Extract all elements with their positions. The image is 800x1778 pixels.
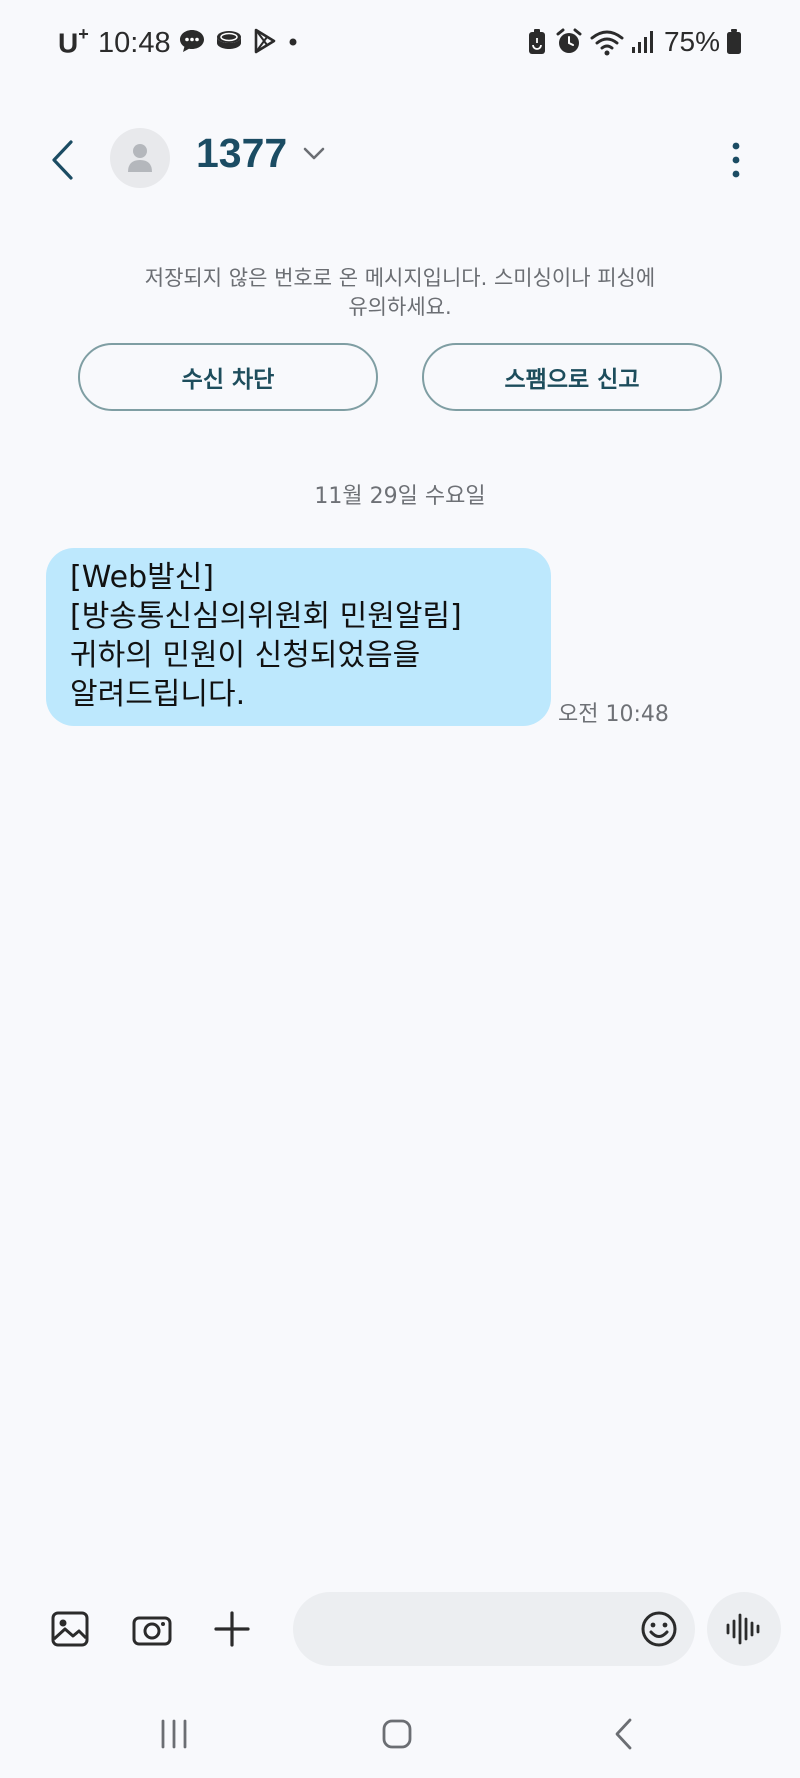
waveform-icon xyxy=(726,1613,760,1645)
coin-stack-icon xyxy=(217,31,241,49)
contact-name[interactable]: 1377 xyxy=(196,130,287,177)
warning-line-2: 유의하세요. xyxy=(348,295,452,319)
messages-screen: U+ 10:48 75% 1377 저장되지 않은 번호로 온 메시지입니다. … xyxy=(0,0,800,1778)
home-icon xyxy=(382,1719,412,1749)
more-vertical-icon xyxy=(732,142,740,178)
battery-saver-icon xyxy=(528,29,545,54)
chevron-down-icon xyxy=(303,147,325,160)
message-line: 귀하의 민원이 신청되었음을 xyxy=(70,638,421,673)
unknown-sender-warning: 저장되지 않은 번호로 온 메시지입니다. 스미싱이나 피싱에 유의하세요. xyxy=(100,264,700,322)
report-spam-button[interactable]: 스팸으로 신고 xyxy=(422,343,722,411)
warning-line-1: 저장되지 않은 번호로 온 메시지입니다. 스미싱이나 피싱에 xyxy=(144,266,656,290)
chat-bubble-icon xyxy=(180,30,204,52)
recent-apps-button[interactable] xyxy=(144,1712,204,1756)
battery-icon xyxy=(727,29,741,54)
message-timestamp: 오전 10:48 xyxy=(558,702,669,727)
system-navigation-bar xyxy=(0,1700,800,1770)
signal-icon xyxy=(631,31,653,53)
back-arrow-icon xyxy=(615,1718,632,1750)
image-icon xyxy=(51,1611,89,1647)
camera-icon xyxy=(132,1616,172,1646)
message-bubble[interactable]: [Web발신] [방송통신심의위원회 민원알림] 귀하의 민원이 신청되었음을 … xyxy=(46,548,551,726)
contact-avatar[interactable] xyxy=(110,128,170,188)
back-button[interactable] xyxy=(40,136,84,184)
conversation-header: 1377 xyxy=(0,120,800,200)
system-status-icons: 75% xyxy=(526,26,742,58)
voice-input-button[interactable] xyxy=(707,1592,781,1666)
status-bar: U+ 10:48 75% xyxy=(0,0,800,90)
sender-actions: 수신 차단 스팸으로 신고 xyxy=(78,343,722,411)
gallery-button[interactable] xyxy=(47,1606,93,1652)
camera-button[interactable] xyxy=(129,1606,175,1652)
date-separator: 11월 29일 수요일 xyxy=(314,484,486,509)
battery-percent: 75% xyxy=(663,26,720,57)
message-line: 알려드립니다. xyxy=(70,677,246,712)
message-line: [방송통신심의위원회 민원알림] xyxy=(70,599,462,634)
message-input[interactable] xyxy=(293,1592,695,1666)
message-line: [Web발신] xyxy=(70,560,215,595)
alarm-icon xyxy=(556,28,582,53)
block-number-button[interactable]: 수신 차단 xyxy=(78,343,378,411)
contact-details-toggle[interactable] xyxy=(303,146,325,165)
wifi-icon xyxy=(590,30,624,56)
person-icon xyxy=(128,144,152,172)
message-composer xyxy=(0,1592,800,1666)
status-time: 10:48 xyxy=(98,27,171,59)
attach-button[interactable] xyxy=(209,1606,255,1652)
emoji-button[interactable] xyxy=(638,1608,680,1650)
home-button[interactable] xyxy=(367,1712,427,1756)
more-notifications-dot-icon xyxy=(289,38,297,46)
chevron-left-icon xyxy=(52,140,73,180)
carrier-label: U+ xyxy=(58,24,89,59)
more-options-button[interactable] xyxy=(724,138,748,182)
smiley-icon xyxy=(641,1611,677,1647)
plus-icon xyxy=(214,1611,250,1647)
play-store-icon xyxy=(254,28,276,54)
back-nav-button[interactable] xyxy=(593,1712,653,1756)
recent-apps-icon xyxy=(161,1719,187,1749)
notification-icons xyxy=(178,28,300,54)
